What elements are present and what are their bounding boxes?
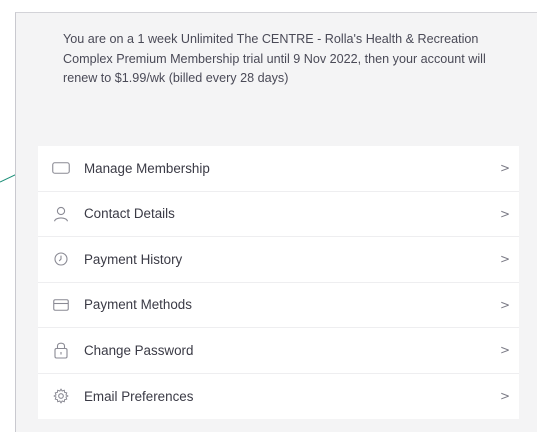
menu-item-contact-details[interactable]: Contact Details >: [38, 191, 519, 237]
menu-item-payment-methods[interactable]: Payment Methods >: [38, 282, 519, 328]
chevron-right-icon: >: [499, 252, 511, 267]
chevron-right-icon: >: [499, 389, 511, 404]
user-icon: [38, 206, 84, 222]
trial-notice: You are on a 1 week Unlimited The CENTRE…: [63, 32, 486, 85]
menu-item-label: Payment Methods: [84, 297, 192, 313]
chevron-right-icon: >: [499, 297, 511, 312]
membership-card-icon: [38, 162, 84, 175]
menu-item-payment-history[interactable]: Payment History >: [38, 237, 519, 283]
chevron-right-icon: >: [499, 343, 511, 358]
credit-card-icon: [38, 298, 84, 311]
menu-item-change-password[interactable]: Change Password >: [38, 328, 519, 374]
menu-item-label: Payment History: [84, 251, 183, 267]
account-menu: Manage Membership > Contact Details > Pa…: [38, 146, 519, 419]
gear-icon: [38, 388, 84, 404]
menu-item-email-preferences[interactable]: Email Preferences >: [38, 373, 519, 419]
menu-item-label: Contact Details: [84, 206, 175, 222]
chevron-right-icon: >: [499, 206, 511, 221]
menu-item-manage-membership[interactable]: Manage Membership >: [38, 146, 519, 192]
menu-item-label: Email Preferences: [84, 388, 194, 404]
chevron-right-icon: >: [499, 161, 511, 176]
menu-item-label: Manage Membership: [84, 160, 210, 176]
clock-icon: [38, 252, 84, 266]
menu-item-label: Change Password: [84, 342, 194, 358]
lock-icon: [38, 341, 84, 359]
